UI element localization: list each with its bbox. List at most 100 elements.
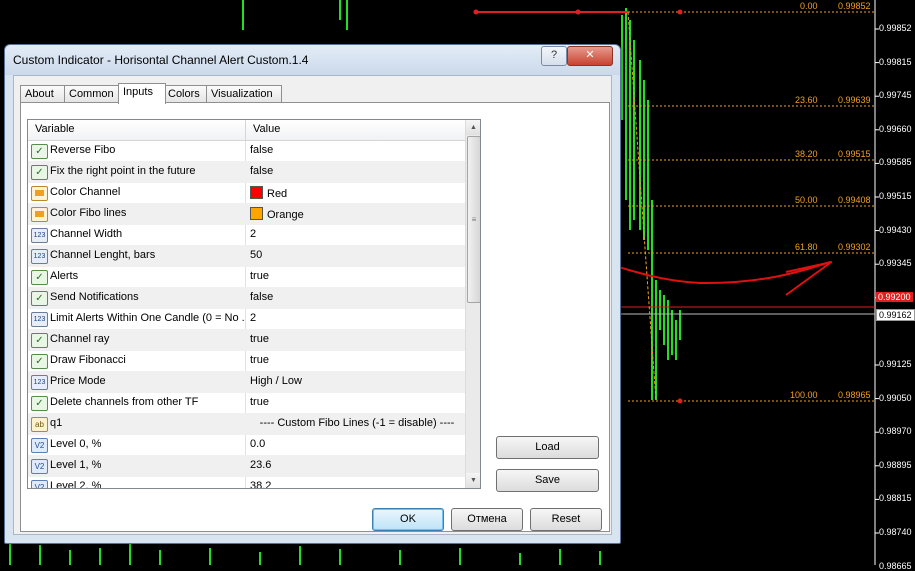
param-value[interactable]: Orange	[250, 207, 304, 221]
color-name: Red	[267, 188, 288, 200]
channel-point[interactable]	[473, 9, 479, 15]
param-row[interactable]: 123 Price Mode High / Low	[28, 372, 465, 393]
fibo-level-percent: 100.00	[790, 390, 818, 400]
param-row[interactable]: V2 Level 2, % 38.2	[28, 477, 465, 489]
bool-type-icon: ✓	[31, 144, 48, 159]
fibo-level-price: 0.99639	[838, 95, 871, 105]
param-name: Draw Fibonacci	[50, 354, 126, 366]
param-row[interactable]: Color Channel Red	[28, 183, 465, 204]
grid-header: Variable Value	[28, 120, 480, 141]
grid-rows: ✓ Reverse Fibo false ✓ Fix the right point i…	[28, 141, 465, 489]
color-type-icon	[31, 207, 48, 222]
color-swatch	[250, 207, 263, 220]
int-type-icon: 123	[31, 249, 48, 264]
dialog-title: Custom Indicator - Horisontal Channel Al…	[13, 53, 309, 67]
price-axis-label: 0.98665	[879, 560, 912, 571]
param-row[interactable]: 123 Channel Lenght, bars 50	[28, 246, 465, 267]
param-value[interactable]: true	[250, 354, 269, 366]
param-value[interactable]: High / Low	[250, 375, 302, 387]
param-row[interactable]: ✓ Send Notifications false	[28, 288, 465, 309]
fibo-point[interactable]	[677, 398, 683, 404]
ok-button[interactable]: OK	[372, 508, 444, 531]
param-value[interactable]: Red	[250, 186, 287, 200]
load-button[interactable]: Load	[496, 436, 599, 459]
grid-scrollbar[interactable]: ▲ ≡ ▼	[465, 120, 480, 488]
scroll-down-arrow-icon[interactable]: ▼	[466, 473, 480, 488]
scroll-thumb[interactable]: ≡	[467, 136, 480, 303]
param-row[interactable]: 123 Limit Alerts Within One Candle (0 = N…	[28, 309, 465, 330]
param-value[interactable]: 38.2	[250, 480, 271, 488]
param-row[interactable]: Color Fibo lines Orange	[28, 204, 465, 225]
param-value[interactable]: false	[250, 291, 273, 303]
bool-type-icon: ✓	[31, 354, 48, 369]
channel-point[interactable]	[575, 9, 581, 15]
price-axis-label: 0.99852	[879, 23, 912, 33]
str-type-icon: ab	[31, 417, 48, 432]
param-value[interactable]: true	[250, 270, 269, 282]
param-row[interactable]: V2 Level 1, % 23.6	[28, 456, 465, 477]
reset-button[interactable]: Reset	[530, 508, 602, 531]
fibo-level-price: 0.99302	[838, 242, 871, 252]
channel-price-label: 0.99200	[876, 292, 913, 302]
param-name: Level 2, %	[50, 480, 102, 489]
param-name: Color Fibo lines	[50, 207, 127, 219]
tab-inputs[interactable]: Inputs	[118, 83, 166, 104]
param-value[interactable]: 2	[250, 312, 256, 324]
tab-about[interactable]: About	[20, 85, 66, 103]
save-button[interactable]: Save	[496, 469, 599, 492]
tab-visualization[interactable]: Visualization	[206, 85, 282, 103]
cancel-button[interactable]: Отмена	[451, 508, 523, 531]
param-value[interactable]: false	[250, 165, 273, 177]
param-row[interactable]: ✓ Fix the right point in the future false	[28, 162, 465, 183]
price-axis-label: 0.98740	[879, 527, 912, 537]
int-type-icon: 123	[31, 375, 48, 390]
tab-colors[interactable]: Colors	[163, 85, 208, 103]
custom-indicator-dialog: Custom Indicator - Horisontal Channel Al…	[4, 44, 621, 544]
param-row[interactable]: ✓ Draw Fibonacci true	[28, 351, 465, 372]
scroll-up-arrow-icon[interactable]: ▲	[466, 120, 480, 135]
param-value[interactable]: 23.6	[250, 459, 271, 471]
param-name: Fix the right point in the future	[50, 165, 196, 177]
fibo-level-price: 0.98965	[838, 390, 871, 400]
fibo-point[interactable]	[677, 9, 683, 15]
fibo-level-percent: 50.00	[795, 195, 818, 205]
bool-type-icon: ✓	[31, 333, 48, 348]
int-type-icon: 123	[31, 312, 48, 327]
param-value[interactable]: 50	[250, 249, 262, 261]
param-name: Delete channels from other TF	[50, 396, 199, 408]
price-axis-label: 0.99430	[879, 224, 912, 235]
column-value-header[interactable]: Value	[253, 123, 280, 135]
param-name: Alerts	[50, 270, 79, 282]
param-value[interactable]: ---- Custom Fibo Lines (-1 = disable) --…	[250, 417, 464, 429]
color-swatch	[250, 186, 263, 199]
param-value[interactable]: true	[250, 333, 269, 345]
price-axis-label: 0.99585	[879, 157, 912, 168]
bool-type-icon: ✓	[31, 270, 48, 285]
fibo-level-percent: 0.00	[800, 1, 818, 11]
dbl-type-icon: V2	[31, 438, 48, 453]
price-axis-label: 0.99125	[879, 359, 912, 369]
param-row[interactable]: ✓ Delete channels from other TF true	[28, 393, 465, 414]
bool-type-icon: ✓	[31, 291, 48, 306]
param-value[interactable]: 0.0	[250, 438, 265, 450]
param-row[interactable]: ✓ Alerts true	[28, 267, 465, 288]
help-button[interactable]: ?	[541, 46, 567, 66]
param-row[interactable]: ab q1 ---- Custom Fibo Lines (-1 = disable…	[28, 414, 465, 435]
param-value[interactable]: 2	[250, 228, 256, 240]
param-value[interactable]: false	[250, 144, 273, 156]
fibo-level-price: 0.99408	[838, 195, 871, 205]
column-variable-header[interactable]: Variable	[35, 123, 75, 135]
param-row[interactable]: ✓ Reverse Fibo false	[28, 141, 465, 162]
param-row[interactable]: ✓ Channel ray true	[28, 330, 465, 351]
close-button[interactable]: ✕	[567, 46, 613, 66]
bool-type-icon: ✓	[31, 396, 48, 411]
bool-type-icon: ✓	[31, 165, 48, 180]
param-name: Color Channel	[50, 186, 121, 198]
column-separator[interactable]	[245, 120, 246, 140]
param-row[interactable]: V2 Level 0, % 0.0	[28, 435, 465, 456]
param-row[interactable]: 123 Channel Width 2	[28, 225, 465, 246]
dialog-titlebar[interactable]: Custom Indicator - Horisontal Channel Al…	[5, 45, 620, 75]
dbl-type-icon: V2	[31, 459, 48, 474]
param-value[interactable]: true	[250, 396, 269, 408]
tab-common[interactable]: Common	[64, 85, 121, 103]
